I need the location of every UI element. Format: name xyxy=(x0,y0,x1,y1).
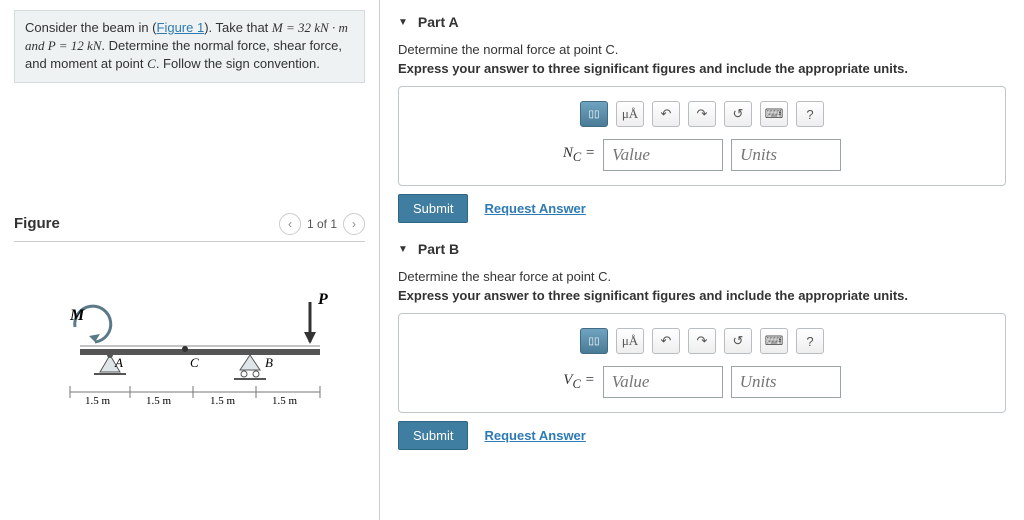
part-a-toolbar: ▯▯ μÅ ↶ ↷ ↺ ⌨ ? xyxy=(580,101,824,127)
svg-text:1.5 m: 1.5 m xyxy=(85,395,111,407)
templates-icon[interactable]: ▯▯ xyxy=(580,328,608,354)
figure-title: Figure xyxy=(14,215,60,232)
undo-icon[interactable]: ↶ xyxy=(652,101,680,127)
part-a-request-answer-link[interactable]: Request Answer xyxy=(484,201,585,216)
caret-down-icon: ▼ xyxy=(398,244,408,255)
figure-header: Figure ‹ 1 of 1 › xyxy=(14,213,365,242)
svg-text:1.5 m: 1.5 m xyxy=(272,395,298,407)
keyboard-icon[interactable]: ⌨ xyxy=(760,101,788,127)
part-b-instruction: Express your answer to three significant… xyxy=(398,288,1006,303)
part-b-input-row: VC = xyxy=(563,366,840,398)
part-b-title: Part B xyxy=(418,241,459,257)
part-a-answer-box: ▯▯ μÅ ↶ ↷ ↺ ⌨ ? NC = xyxy=(398,86,1006,186)
label-P: P xyxy=(317,291,328,308)
figure-pager: ‹ 1 of 1 › xyxy=(279,213,365,235)
figure-diagram: M P A B C xyxy=(14,282,365,412)
problem-statement: Consider the beam in (Figure 1). Take th… xyxy=(14,10,365,83)
right-panel: ▼ Part A Determine the normal force at p… xyxy=(380,0,1024,520)
part-a-units-input[interactable] xyxy=(731,139,841,171)
reset-icon[interactable]: ↺ xyxy=(724,101,752,127)
part-a-header[interactable]: ▼ Part A xyxy=(398,14,1006,30)
svg-text:1.5 m: 1.5 m xyxy=(210,395,236,407)
part-a-prompt: Determine the normal force at point C. xyxy=(398,42,1006,57)
part-a: ▼ Part A Determine the normal force at p… xyxy=(398,14,1006,223)
part-b-request-answer-link[interactable]: Request Answer xyxy=(484,428,585,443)
keyboard-icon[interactable]: ⌨ xyxy=(760,328,788,354)
redo-icon[interactable]: ↷ xyxy=(688,101,716,127)
undo-icon[interactable]: ↶ xyxy=(652,328,680,354)
part-a-input-row: NC = xyxy=(563,139,841,171)
part-b-var: VC = xyxy=(563,372,594,392)
part-a-var: NC = xyxy=(563,145,595,165)
part-b-value-input[interactable] xyxy=(603,366,723,398)
part-b: ▼ Part B Determine the shear force at po… xyxy=(398,241,1006,450)
part-b-prompt: Determine the shear force at point C. xyxy=(398,269,1006,284)
help-icon[interactable]: ? xyxy=(796,101,824,127)
reset-icon[interactable]: ↺ xyxy=(724,328,752,354)
part-a-value-input[interactable] xyxy=(603,139,723,171)
units-mu-button[interactable]: μÅ xyxy=(616,101,644,127)
svg-text:1.5 m: 1.5 m xyxy=(146,395,172,407)
units-mu-button[interactable]: μÅ xyxy=(616,328,644,354)
part-b-toolbar: ▯▯ μÅ ↶ ↷ ↺ ⌨ ? xyxy=(580,328,824,354)
part-a-title: Part A xyxy=(418,14,459,30)
templates-icon[interactable]: ▯▯ xyxy=(580,101,608,127)
left-panel: Consider the beam in (Figure 1). Take th… xyxy=(0,0,380,520)
label-B: B xyxy=(265,355,273,370)
part-b-answer-box: ▯▯ μÅ ↶ ↷ ↺ ⌨ ? VC = xyxy=(398,313,1006,413)
figure-link[interactable]: Figure 1 xyxy=(157,20,205,35)
part-b-submit-button[interactable]: Submit xyxy=(398,421,468,450)
problem-text: Consider the beam in ( xyxy=(25,20,157,35)
label-A: A xyxy=(114,355,123,370)
caret-down-icon: ▼ xyxy=(398,17,408,28)
part-b-actions: Submit Request Answer xyxy=(398,421,1006,450)
chevron-left-icon[interactable]: ‹ xyxy=(279,213,301,235)
part-b-units-input[interactable] xyxy=(731,366,841,398)
help-icon[interactable]: ? xyxy=(796,328,824,354)
label-C: C xyxy=(190,355,199,370)
part-b-header[interactable]: ▼ Part B xyxy=(398,241,1006,257)
label-M: M xyxy=(69,307,85,324)
redo-icon[interactable]: ↷ xyxy=(688,328,716,354)
part-a-actions: Submit Request Answer xyxy=(398,194,1006,223)
pager-text: 1 of 1 xyxy=(307,217,337,231)
chevron-right-icon[interactable]: › xyxy=(343,213,365,235)
part-a-instruction: Express your answer to three significant… xyxy=(398,61,1006,76)
part-a-submit-button[interactable]: Submit xyxy=(398,194,468,223)
